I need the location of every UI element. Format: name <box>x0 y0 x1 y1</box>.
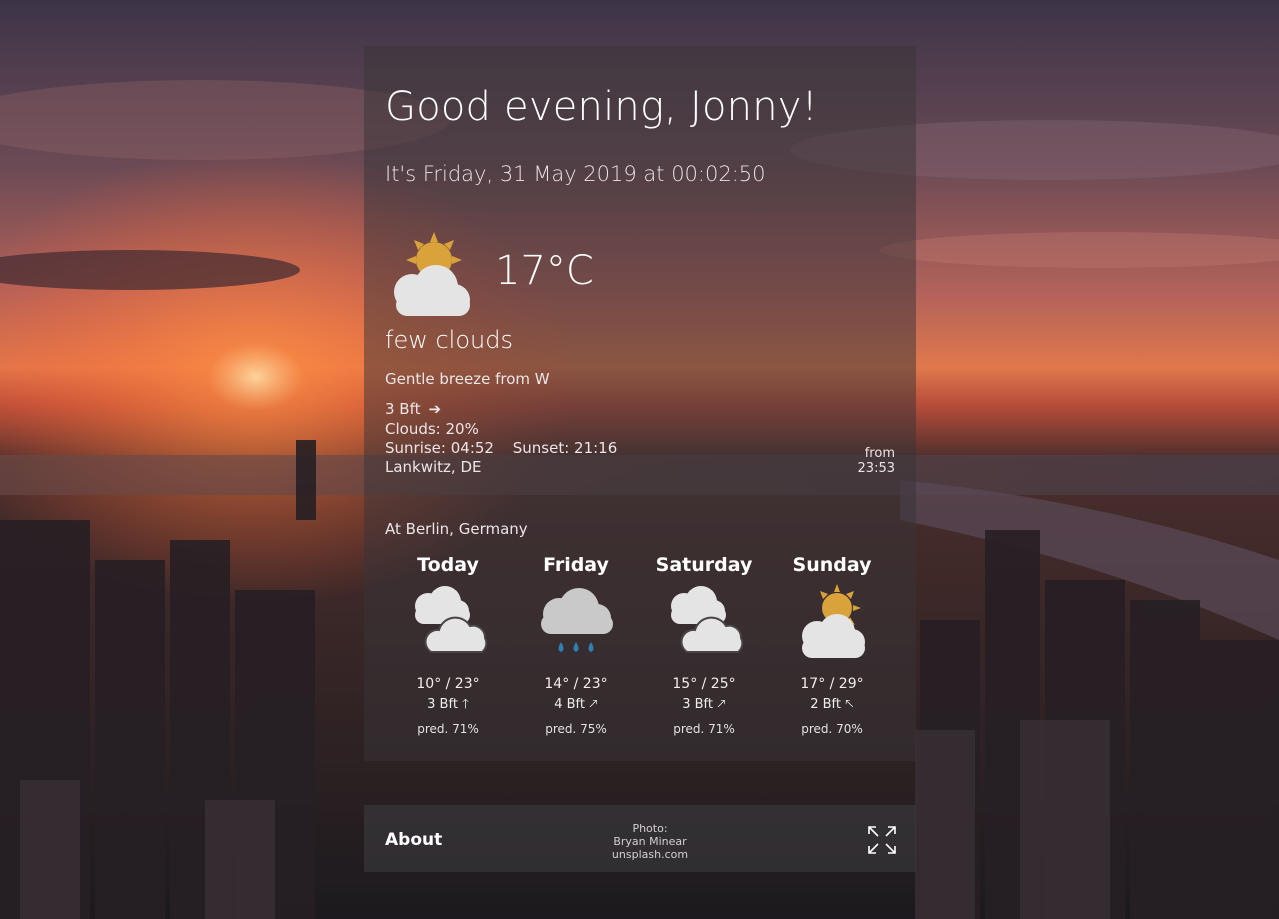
day-temperature: 15° / 25° <box>672 676 736 692</box>
day-wind: 2 Bft 🡔 <box>768 695 896 717</box>
two-clouds-icon <box>415 586 488 653</box>
current-location: Lankwitz, DE <box>385 458 482 476</box>
wind-arrow-icon: 🡕 <box>589 697 598 712</box>
day-prediction: pred. 71% <box>417 722 479 736</box>
wind-arrow-icon: 🡔 <box>845 697 854 712</box>
wind-description: Gentle breeze from W <box>385 370 550 388</box>
sun-times: Sunrise: 04:52 Sunset: 21:16 <box>385 439 617 457</box>
day-wind: 3 Bft 🡕 <box>640 695 768 717</box>
updated-time: from 23:53 <box>858 446 895 476</box>
forecast-day: Today 10° / 23° 3 Bft 🡑 pred. 71% <box>384 552 512 736</box>
day-name: Today <box>417 554 479 576</box>
forecast-days: Today 10° / 23° 3 Bft 🡑 pred. 71% Friday <box>384 552 896 742</box>
day-prediction: pred. 75% <box>545 722 607 736</box>
clouds-percentage: Clouds: 20% <box>385 420 479 438</box>
current-datetime: It's Friday, 31 May 2019 at 00:02:50 <box>385 162 766 186</box>
weather-description: few clouds <box>385 326 513 354</box>
forecast-day: Friday 14° / 23° 4 Bft 🡕 pred. 75% <box>512 552 640 736</box>
day-wind: 4 Bft 🡕 <box>512 695 640 717</box>
day-name: Saturday <box>655 554 753 576</box>
weather-panel: 17°C few clouds Gentle breeze from W 3 B… <box>364 212 916 761</box>
about-link[interactable]: About <box>385 830 442 850</box>
updated-from-label: from <box>864 446 895 461</box>
day-name: Sunday <box>792 554 872 576</box>
wind-strength: 3 Bft ➔ <box>385 400 441 418</box>
photographer-name: Bryan Minear <box>613 835 687 848</box>
forecast-day: Sunday 17° / 29° 2 Bft 🡔 pred. 70% <box>768 552 896 736</box>
photo-source: unsplash.com <box>611 848 689 861</box>
footer-panel: About Photo: Bryan Minear unsplash.com <box>364 805 916 872</box>
day-temperature: 17° / 29° <box>800 676 864 692</box>
wind-bft: 3 Bft <box>385 400 421 418</box>
rain-cloud-icon <box>541 588 613 652</box>
greeting-title: Good evening, Jonny! <box>385 84 818 130</box>
updated-time-value: 23:53 <box>857 461 895 476</box>
photo-label: Photo: <box>632 822 668 835</box>
wind-arrow-icon: 🡑 <box>462 697 469 712</box>
day-wind-bft: 3 Bft <box>427 697 458 712</box>
wind-arrow-icon: 🡕 <box>717 697 726 712</box>
greeting-panel: Good evening, Jonny! It's Friday, 31 May… <box>364 46 916 212</box>
day-wind-bft: 2 Bft <box>810 697 842 712</box>
day-temperature: 10° / 23° <box>416 676 480 692</box>
day-prediction: pred. 71% <box>673 722 735 736</box>
two-clouds-icon <box>671 586 744 653</box>
expand-icon[interactable] <box>867 825 897 855</box>
current-temperature: 17°C <box>495 248 594 294</box>
sun-behind-cloud-icon <box>802 584 865 658</box>
day-wind-bft: 4 Bft <box>554 697 586 712</box>
sunrise-time: Sunrise: 04:52 <box>385 439 494 457</box>
sun-behind-cloud-icon <box>394 232 470 316</box>
forecast-day: Saturday 15° / 25° 3 Bft 🡕 pred. 71% <box>640 552 768 736</box>
day-wind: 3 Bft 🡑 <box>384 695 512 717</box>
day-prediction: pred. 70% <box>801 722 863 736</box>
day-wind-bft: 3 Bft <box>682 697 714 712</box>
photo-credit[interactable]: Photo: Bryan Minear unsplash.com <box>610 822 690 861</box>
day-temperature: 14° / 23° <box>544 676 608 692</box>
day-name: Friday <box>543 554 609 576</box>
forecast-location: At Berlin, Germany <box>385 520 528 538</box>
wind-arrow-icon: ➔ <box>428 400 442 418</box>
sunset-time: Sunset: 21:16 <box>512 439 618 457</box>
